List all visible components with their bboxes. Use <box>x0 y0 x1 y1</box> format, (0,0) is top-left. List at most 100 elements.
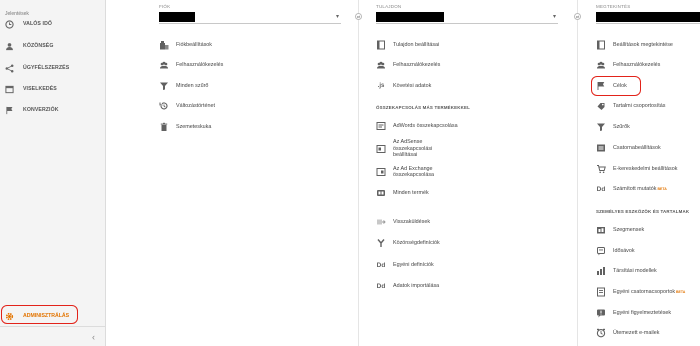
dd-icon: Dd <box>376 282 386 290</box>
history-icon <box>159 101 169 111</box>
person-icon <box>5 42 14 51</box>
channel-settings-link[interactable]: Csatornabeállítások <box>596 140 661 156</box>
item-label: Az AdSense összekapcsolási beállításai <box>393 139 433 159</box>
custom-channel-icon <box>596 287 606 297</box>
item-label: Egyéni definíciók <box>393 261 434 268</box>
item-label: Az Ad Exchange összekapcsolása <box>393 165 435 179</box>
product-linking-header: ÖSSZEKAPCSOLÁS MÁS TERMÉKEKKEL <box>376 105 471 110</box>
sidebar-item-label: KONVERZIÓK <box>23 107 59 113</box>
sidebar: Jelentések VALÓS IDŐ KÖZÖNSÉG ÜGYFÉLSZER… <box>0 0 106 346</box>
segments-icon <box>596 225 606 235</box>
beta-badge: BETA <box>676 290 686 294</box>
calculated-metrics-link[interactable]: Dd Számított mutatók BETA <box>596 181 667 197</box>
account-user-management-link[interactable]: Felhasználókezelés <box>159 57 223 73</box>
item-label: Szemeteskuka <box>176 123 212 130</box>
item-label: Beállítások megtekintése <box>613 41 673 48</box>
all-products-link[interactable]: Minden termék <box>376 185 429 201</box>
item-label: Változástörténet <box>176 102 215 109</box>
item-label: Fiókbeállítások <box>176 41 212 48</box>
filter-icon <box>596 122 606 132</box>
email-icon <box>596 328 606 338</box>
item-label: Csatornabeállítások <box>613 144 661 151</box>
column-link-icon: ⇄ <box>574 13 581 20</box>
custom-alerts-link[interactable]: Egyéni figyelmeztetések <box>596 305 671 321</box>
item-label: Minden szűrő <box>176 82 209 89</box>
view-header: MEGTEKINTÉS <box>596 4 631 9</box>
account-selector[interactable]: ▾ <box>159 11 341 24</box>
sidebar-item-label: VALÓS IDŐ <box>23 21 53 27</box>
account-trash-link[interactable]: Szemeteskuka <box>159 119 211 135</box>
redacted-account-name <box>159 12 195 22</box>
data-import-link[interactable]: Dd Adatok importálása <box>376 278 440 294</box>
adwords-linking-link[interactable]: AdWords összekapcsolása <box>376 118 458 134</box>
goals-highlight-ring <box>591 76 641 96</box>
flag-icon <box>5 106 14 115</box>
sidebar-item-conversions[interactable]: KONVERZIÓK <box>0 100 106 120</box>
custom-definitions-link[interactable]: Dd Egyéni definíciók <box>376 257 434 273</box>
sidebar-collapse-bar[interactable]: ‹ <box>0 326 106 346</box>
account-all-filters-link[interactable]: Minden szűrő <box>159 78 208 94</box>
custom-channel-groupings-link[interactable]: Egyéni csatornacsoportok BETA <box>596 284 685 300</box>
item-label: Közönségdefiníciók <box>393 239 440 246</box>
annotations-icon <box>596 246 606 256</box>
sidebar-item-acquisition[interactable]: ÜGYFÉLSZERZÉS <box>0 58 106 78</box>
audience-definitions-link[interactable]: Közönségdefiníciók <box>376 235 440 251</box>
item-label: Egyéni figyelmeztetések <box>613 309 672 316</box>
caret-down-icon: ▾ <box>552 14 556 20</box>
view-settings-link[interactable]: Beállítások megtekintése <box>596 37 673 53</box>
postback-icon <box>376 217 386 227</box>
property-column: TULAJDON ▾ Tulajdon beállításai Felhaszn… <box>376 0 558 346</box>
sidebar-item-audience[interactable]: KÖZÖNSÉG <box>0 36 106 56</box>
js-icon: .js <box>377 83 385 89</box>
dd-icon: Dd <box>596 185 606 193</box>
dd-icon: Dd <box>376 261 386 269</box>
redacted-view-name <box>596 12 700 22</box>
cart-icon <box>596 164 606 174</box>
building-icon <box>159 40 169 50</box>
account-settings-link[interactable]: Fiókbeállítások <box>159 37 212 53</box>
item-label: Adatok importálása <box>393 282 440 289</box>
item-label: AdWords összekapcsolása <box>393 122 458 129</box>
adexchange-linking-link[interactable]: Az Ad Exchange összekapcsolása <box>376 163 455 181</box>
item-label: Felhasználókezelés <box>176 61 224 68</box>
scheduled-emails-link[interactable]: Ütemezett e-mailek <box>596 325 659 341</box>
item-label: Minden termék <box>393 189 429 196</box>
sidebar-item-behavior[interactable]: VISELKEDÉS <box>0 79 106 99</box>
property-tracking-info-link[interactable]: .js Követési adatok <box>376 78 432 94</box>
property-user-management-link[interactable]: Felhasználókezelés <box>376 57 440 73</box>
sidebar-item-label: ÜGYFÉLSZERZÉS <box>23 65 70 71</box>
account-change-history-link[interactable]: Változástörténet <box>159 98 215 114</box>
annotations-link[interactable]: Idősávok <box>596 243 635 259</box>
item-label: Egyéni csatornacsoportok <box>613 288 676 295</box>
view-selector[interactable] <box>596 11 700 24</box>
account-column: FIÓK ▾ Fiókbeállítások Felhasználókezelé… <box>159 0 341 346</box>
item-label: Tartalmi csoportosítás <box>613 102 666 109</box>
users-icon <box>159 60 169 70</box>
item-label: Tulajdon beállításai <box>393 41 440 48</box>
behavior-icon <box>5 85 14 94</box>
view-user-management-link[interactable]: Felhasználókezelés <box>596 57 660 73</box>
column-link-icon: ⇄ <box>355 13 362 20</box>
adwords-icon <box>376 121 386 131</box>
attribution-models-link[interactable]: Társítási modellek <box>596 263 657 279</box>
adexchange-icon <box>376 167 386 177</box>
property-settings-link[interactable]: Tulajdon beállításai <box>376 37 439 53</box>
products-icon <box>376 188 386 198</box>
segments-link[interactable]: Szegmensek <box>596 222 644 238</box>
view-column: MEGTEKINTÉS Beállítások megtekintése Fel… <box>596 0 700 346</box>
content-group-icon <box>596 101 606 111</box>
adsense-linking-link[interactable]: Az AdSense összekapcsolási beállításai <box>376 139 455 159</box>
ecommerce-settings-link[interactable]: E-kereskedelmi beállítások <box>596 161 677 177</box>
view-filters-link[interactable]: Szűrők <box>596 119 630 135</box>
sidebar-item-realtime[interactable]: VALÓS IDŐ <box>0 14 106 34</box>
adsense-icon <box>376 144 386 154</box>
account-header: FIÓK <box>159 4 171 9</box>
item-label: Felhasználókezelés <box>613 61 661 68</box>
content-grouping-link[interactable]: Tartalmi csoportosítás <box>596 98 665 114</box>
item-label: Szűrők <box>613 123 630 130</box>
caret-down-icon: ▾ <box>335 14 339 20</box>
users-icon <box>376 60 386 70</box>
property-selector[interactable]: ▾ <box>376 11 558 24</box>
redacted-property-name <box>376 12 444 22</box>
postbacks-link[interactable]: Visszaküldések <box>376 214 430 230</box>
